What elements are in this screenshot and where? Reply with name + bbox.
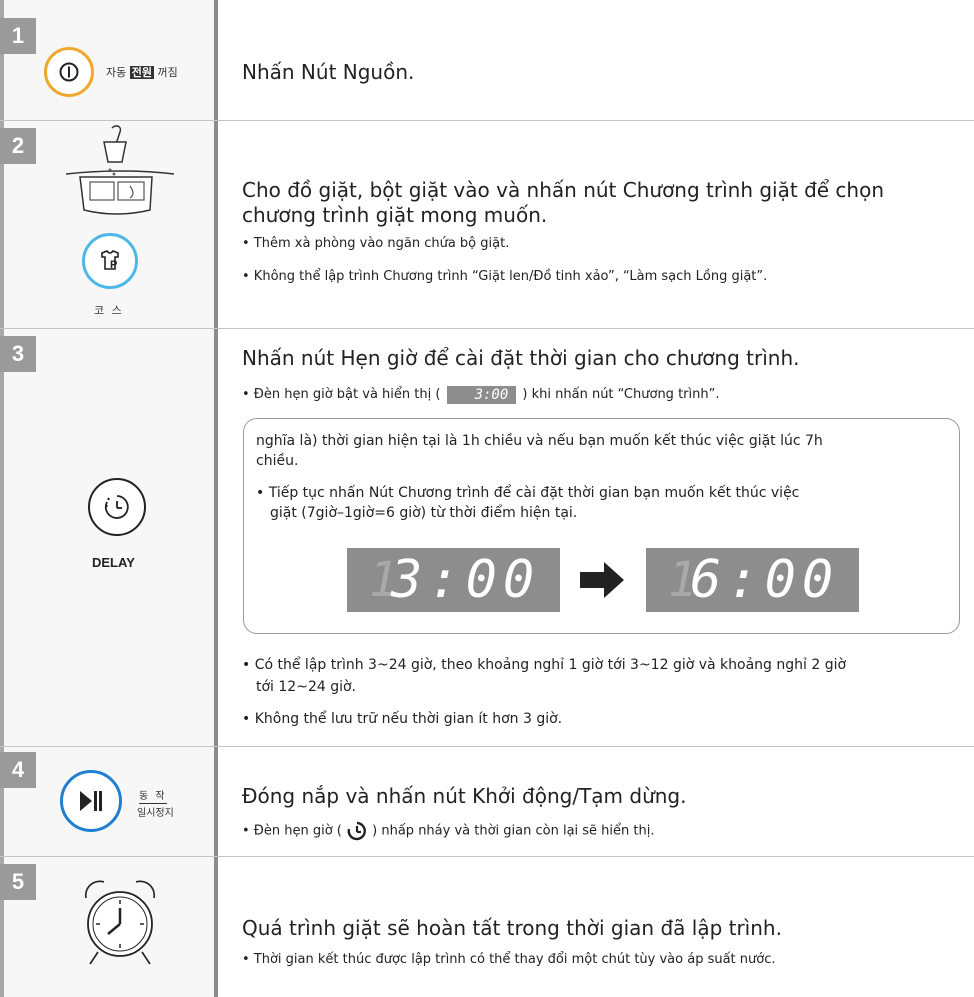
start-label-top: 동 작 (139, 787, 167, 804)
step-3-bullet2-line2: tới 12~24 giờ. (256, 679, 356, 695)
divider (0, 328, 974, 329)
delay-button-label: DELAY (92, 555, 135, 570)
step-4-bullet: • Đèn hẹn giờ ( ) nhấp nháy và thời gian… (242, 821, 655, 841)
divider (0, 120, 974, 121)
timer-display-before: 1 3:00 (347, 548, 560, 612)
inline-timer-display: 3:00 (446, 385, 517, 404)
step-3-title: Nhấn nút Hẹn giờ để cài đặt thời gian ch… (242, 346, 800, 370)
step-number-1: 1 (0, 18, 36, 54)
detergent-icon (65, 125, 175, 215)
example-line1: nghĩa là) thời gian hiện tại là 1h chiều… (256, 433, 823, 449)
step-3-bullet-display: • Đèn hẹn giờ bật và hiển thị ( 3:00 ) k… (242, 385, 720, 404)
example-bullet-line1: • Tiếp tục nhấn Nút Chương trình để cài … (256, 485, 800, 501)
start-pause-button[interactable] (60, 770, 122, 832)
power-icon (59, 62, 79, 82)
delay-button[interactable] (88, 478, 146, 536)
divider (0, 856, 974, 857)
step-2-bullet: • Thêm xà phòng vào ngăn chứa bộ giặt. (242, 236, 510, 251)
step-2-title-line1: Cho đồ giặt, bột giặt vào và nhấn nút Ch… (242, 178, 885, 202)
divider (0, 746, 974, 747)
example-bullet-line2: giặt (7giờ–1giờ=6 giờ) từ thời điểm hiện… (270, 505, 578, 521)
power-button[interactable] (44, 47, 94, 97)
start-label-bottom: 일시정지 (137, 808, 174, 819)
step-number-3: 3 (0, 336, 36, 372)
step-4-title: Đóng nắp và nhấn nút Khởi động/Tạm dừng. (242, 784, 687, 808)
course-button-label: 코 스 (94, 304, 124, 317)
timer-display-after: 1 6:00 (646, 548, 859, 612)
step-5-title: Quá trình giặt sẽ hoàn tất trong thời gi… (242, 916, 782, 940)
power-button-label: 자동 전원 꺼짐 (106, 66, 178, 79)
step-3-bullet2-line1: • Có thể lập trình 3~24 giờ, theo khoảng… (242, 657, 847, 673)
step-number-5: 5 (0, 864, 36, 900)
delay-indicator-icon (347, 821, 366, 841)
alarm-clock-icon (84, 880, 156, 965)
step-number-2: 2 (0, 128, 36, 164)
course-icon: P (101, 250, 119, 271)
step-1-title: Nhấn Nút Nguồn. (242, 60, 415, 84)
step-2-bullet: • Không thể lập trình Chương trình “Giặt… (242, 269, 768, 284)
play-pause-icon (80, 791, 102, 811)
step-number-4: 4 (0, 752, 36, 788)
step-3-bullet3: • Không thể lưu trữ nếu thời gian ít hơn… (242, 711, 563, 727)
example-line2: chiều. (256, 453, 299, 469)
step-2-title-line2: chương trình giặt mong muốn. (242, 203, 548, 227)
course-button[interactable]: P (82, 233, 138, 289)
arrow-right-icon (580, 562, 624, 598)
delay-clock-icon (104, 495, 129, 519)
svg-text:P: P (110, 259, 117, 271)
step-5-bullet: • Thời gian kết thúc được lập trình có t… (242, 952, 776, 967)
